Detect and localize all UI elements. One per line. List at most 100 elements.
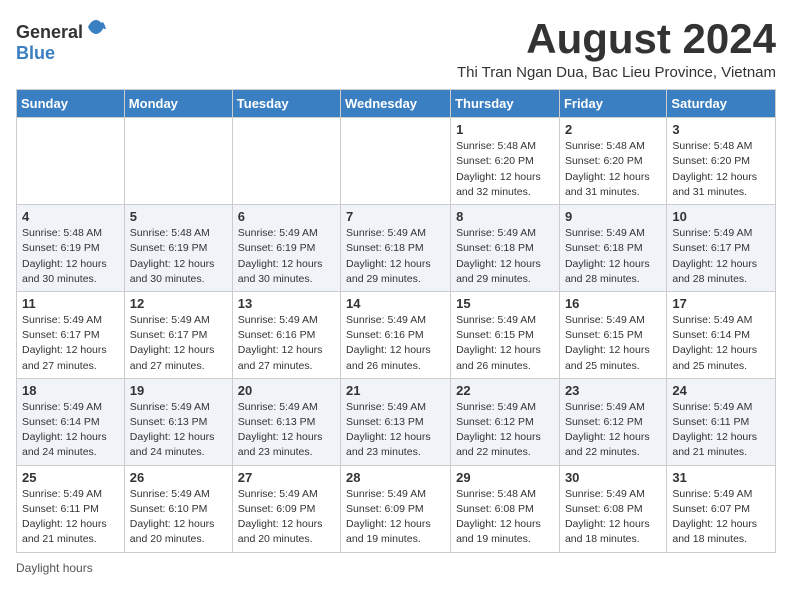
day-info: Sunrise: 5:49 AM Sunset: 6:13 PM Dayligh… <box>130 400 227 461</box>
day-info: Sunrise: 5:49 AM Sunset: 6:19 PM Dayligh… <box>238 226 335 287</box>
day-number: 15 <box>456 296 554 311</box>
day-info: Sunrise: 5:49 AM Sunset: 6:08 PM Dayligh… <box>565 487 661 548</box>
day-info: Sunrise: 5:49 AM Sunset: 6:11 PM Dayligh… <box>672 400 770 461</box>
logo-wave-icon <box>85 16 107 38</box>
table-row: 25 Sunrise: 5:49 AM Sunset: 6:11 PM Dayli… <box>17 465 125 552</box>
table-row: 14Sunrise: 5:49 AM Sunset: 6:16 PM Dayli… <box>341 291 451 378</box>
calendar-title: August 2024 <box>107 16 776 62</box>
day-number: 29 <box>456 470 554 485</box>
day-number: 24 <box>672 383 770 398</box>
day-number: 18 <box>22 383 119 398</box>
table-row: 26 Sunrise: 5:49 AM Sunset: 6:10 PM Dayli… <box>124 465 232 552</box>
day-number: 10 <box>672 209 770 224</box>
table-row: 10 Sunrise: 5:49 AM Sunset: 6:17 PM Dayli… <box>667 205 776 292</box>
day-number: 22 <box>456 383 554 398</box>
table-row: 16Sunrise: 5:49 AM Sunset: 6:15 PM Dayli… <box>559 291 666 378</box>
calendar-header-wednesday: Wednesday <box>341 90 451 118</box>
day-number: 17 <box>672 296 770 311</box>
title-block: August 2024 Thi Tran Ngan Dua, Bac Lieu … <box>107 16 776 81</box>
logo-text-general: General <box>16 22 83 42</box>
calendar-week-row: 4 Sunrise: 5:48 AM Sunset: 6:19 PM Daylig… <box>17 205 776 292</box>
table-row: 2 Sunrise: 5:48 AM Sunset: 6:20 PM Daylig… <box>559 118 666 205</box>
day-info: Sunrise: 5:49 AM Sunset: 6:14 PM Dayligh… <box>22 400 119 461</box>
day-number: 9 <box>565 209 661 224</box>
calendar-header-sunday: Sunday <box>17 90 125 118</box>
table-row: 20 Sunrise: 5:49 AM Sunset: 6:13 PM Dayli… <box>232 378 340 465</box>
day-number: 13 <box>238 296 335 311</box>
footer: Daylight hours <box>16 561 776 575</box>
day-info: Sunrise: 5:49 AM Sunset: 6:18 PM Dayligh… <box>565 226 661 287</box>
day-info: Sunrise: 5:48 AM Sunset: 6:20 PM Dayligh… <box>672 139 770 200</box>
day-number: 3 <box>672 122 770 137</box>
table-row: 24 Sunrise: 5:49 AM Sunset: 6:11 PM Dayli… <box>667 378 776 465</box>
day-info: Sunrise: 5:49 AM Sunset: 6:12 PM Dayligh… <box>565 400 661 461</box>
table-row: 6 Sunrise: 5:49 AM Sunset: 6:19 PM Daylig… <box>232 205 340 292</box>
table-row: 11 Sunrise: 5:49 AM Sunset: 6:17 PM Dayli… <box>17 291 125 378</box>
day-info: Sunrise: 5:49 AM Sunset: 6:12 PM Dayligh… <box>456 400 554 461</box>
day-number: 21 <box>346 383 445 398</box>
day-info: Sunrise: 5:49 AM Sunset: 6:14 PM Dayligh… <box>672 313 770 374</box>
table-row <box>341 118 451 205</box>
day-number: 19 <box>130 383 227 398</box>
table-row: 8Sunrise: 5:49 AM Sunset: 6:18 PM Daylig… <box>451 205 560 292</box>
table-row: 19 Sunrise: 5:49 AM Sunset: 6:13 PM Dayli… <box>124 378 232 465</box>
day-number: 20 <box>238 383 335 398</box>
table-row: 15Sunrise: 5:49 AM Sunset: 6:15 PM Dayli… <box>451 291 560 378</box>
table-row: 12Sunrise: 5:49 AM Sunset: 6:17 PM Dayli… <box>124 291 232 378</box>
table-row: 4 Sunrise: 5:48 AM Sunset: 6:19 PM Daylig… <box>17 205 125 292</box>
day-info: Sunrise: 5:49 AM Sunset: 6:17 PM Dayligh… <box>22 313 119 374</box>
table-row <box>232 118 340 205</box>
calendar-header-monday: Monday <box>124 90 232 118</box>
day-number: 30 <box>565 470 661 485</box>
day-info: Sunrise: 5:49 AM Sunset: 6:13 PM Dayligh… <box>346 400 445 461</box>
day-number: 5 <box>130 209 227 224</box>
day-info: Sunrise: 5:49 AM Sunset: 6:17 PM Dayligh… <box>672 226 770 287</box>
day-info: Sunrise: 5:48 AM Sunset: 6:19 PM Dayligh… <box>22 226 119 287</box>
day-number: 4 <box>22 209 119 224</box>
day-number: 2 <box>565 122 661 137</box>
table-row: 13 Sunrise: 5:49 AM Sunset: 6:16 PM Dayli… <box>232 291 340 378</box>
day-number: 1 <box>456 122 554 137</box>
day-number: 27 <box>238 470 335 485</box>
day-info: Sunrise: 5:49 AM Sunset: 6:18 PM Dayligh… <box>346 226 445 287</box>
table-row: 29Sunrise: 5:48 AM Sunset: 6:08 PM Dayli… <box>451 465 560 552</box>
day-number: 28 <box>346 470 445 485</box>
day-info: Sunrise: 5:49 AM Sunset: 6:16 PM Dayligh… <box>238 313 335 374</box>
day-number: 14 <box>346 296 445 311</box>
day-info: Sunrise: 5:49 AM Sunset: 6:11 PM Dayligh… <box>22 487 119 548</box>
calendar-week-row: 1 Sunrise: 5:48 AM Sunset: 6:20 PM Daylig… <box>17 118 776 205</box>
day-info: Sunrise: 5:48 AM Sunset: 6:20 PM Dayligh… <box>565 139 661 200</box>
day-number: 26 <box>130 470 227 485</box>
logo: General Blue <box>16 16 107 64</box>
logo-content: General Blue <box>16 16 107 64</box>
day-number: 6 <box>238 209 335 224</box>
table-row: 5Sunrise: 5:48 AM Sunset: 6:19 PM Daylig… <box>124 205 232 292</box>
calendar-header-tuesday: Tuesday <box>232 90 340 118</box>
calendar-week-row: 11 Sunrise: 5:49 AM Sunset: 6:17 PM Dayli… <box>17 291 776 378</box>
table-row: 21 Sunrise: 5:49 AM Sunset: 6:13 PM Dayli… <box>341 378 451 465</box>
daylight-label: Daylight hours <box>16 561 93 575</box>
day-info: Sunrise: 5:49 AM Sunset: 6:13 PM Dayligh… <box>238 400 335 461</box>
day-number: 25 <box>22 470 119 485</box>
day-info: Sunrise: 5:49 AM Sunset: 6:10 PM Dayligh… <box>130 487 227 548</box>
header: General Blue August 2024 Thi Tran Ngan D… <box>16 16 776 81</box>
calendar-header-thursday: Thursday <box>451 90 560 118</box>
day-number: 7 <box>346 209 445 224</box>
day-info: Sunrise: 5:49 AM Sunset: 6:09 PM Dayligh… <box>238 487 335 548</box>
table-row: 3 Sunrise: 5:48 AM Sunset: 6:20 PM Daylig… <box>667 118 776 205</box>
table-row <box>17 118 125 205</box>
table-row <box>124 118 232 205</box>
table-row: 18 Sunrise: 5:49 AM Sunset: 6:14 PM Dayli… <box>17 378 125 465</box>
table-row: 22 Sunrise: 5:49 AM Sunset: 6:12 PM Dayli… <box>451 378 560 465</box>
table-row: 27 Sunrise: 5:49 AM Sunset: 6:09 PM Dayli… <box>232 465 340 552</box>
logo-text-blue: Blue <box>16 43 55 63</box>
table-row: 28Sunrise: 5:49 AM Sunset: 6:09 PM Dayli… <box>341 465 451 552</box>
day-number: 16 <box>565 296 661 311</box>
calendar-week-row: 25 Sunrise: 5:49 AM Sunset: 6:11 PM Dayli… <box>17 465 776 552</box>
calendar-subtitle: Thi Tran Ngan Dua, Bac Lieu Province, Vi… <box>107 64 776 81</box>
calendar-table: SundayMondayTuesdayWednesdayThursdayFrid… <box>16 89 776 552</box>
day-number: 11 <box>22 296 119 311</box>
table-row: 17 Sunrise: 5:49 AM Sunset: 6:14 PM Dayli… <box>667 291 776 378</box>
day-number: 23 <box>565 383 661 398</box>
table-row: 23 Sunrise: 5:49 AM Sunset: 6:12 PM Dayli… <box>559 378 666 465</box>
